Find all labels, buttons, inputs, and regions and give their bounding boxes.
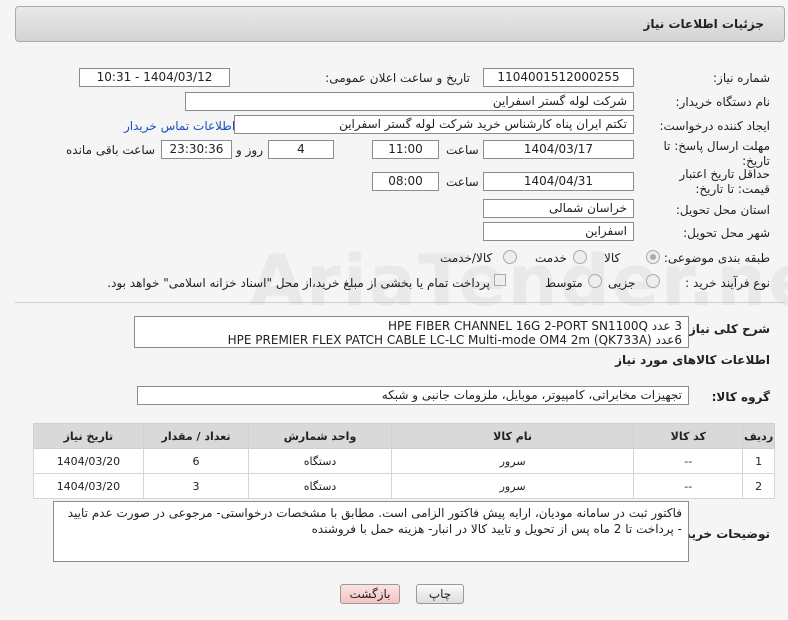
contact-buyer-link[interactable]: اطلاعات تماس خریدار	[124, 119, 235, 133]
purchase-minor-label: جزیی	[608, 276, 636, 290]
goods-group-field: تجهیزات مخابراتی، کامپیوتر، موبایل، ملزو…	[137, 386, 689, 405]
category-label: طبقه بندی موضوعی:	[663, 251, 770, 265]
cell-item-name: سرور	[390, 473, 635, 499]
remaining-time-field: 23:30:36	[161, 140, 232, 159]
cell-item-name: سرور	[390, 448, 635, 474]
cell-row-number: 2	[742, 473, 775, 499]
days-remaining-field: 4	[268, 140, 334, 159]
validity-time-field: 08:00	[372, 172, 439, 191]
requester-label: ایجاد کننده درخواست:	[659, 119, 770, 133]
category-goods-radio[interactable]	[646, 250, 660, 264]
send-date-field: 1404/03/17	[483, 140, 634, 159]
col-item-name: نام کالا	[390, 423, 635, 449]
cell-quantity: 3	[142, 473, 250, 499]
table-header-row: ردیف کد کالا نام کالا واحد شمارش تعداد /…	[33, 423, 775, 449]
validity-date-field: 1404/04/31	[483, 172, 634, 191]
description-textarea[interactable]: 3 عدد HPE FIBER CHANNEL 16G 2-PORT SN110…	[134, 316, 689, 348]
table-row[interactable]: 1 -- سرور دستگاه 6 1404/03/20	[33, 448, 775, 474]
city-label: شهر محل تحویل:	[683, 226, 770, 240]
page-title: جزئیات اطلاعات نیاز	[643, 17, 764, 31]
price-validity-label: حداقل تاریخ اعتبار قیمت: تا تاریخ:	[679, 167, 770, 196]
print-button[interactable]: چاپ	[416, 584, 464, 604]
need-number-label: شماره نیاز:	[713, 71, 770, 85]
back-button[interactable]: بازگشت	[340, 584, 400, 604]
col-item-code: کد کالا	[633, 423, 744, 449]
remaining-label: ساعت باقی مانده	[66, 143, 156, 157]
category-both-label: کالا/خدمت	[440, 251, 493, 265]
announce-datetime-field: 1404/03/12 - 10:31	[79, 68, 230, 87]
goods-group-label: گروه کالا:	[711, 390, 770, 404]
cell-need-date: 1404/03/20	[33, 473, 144, 499]
cell-quantity: 6	[142, 448, 250, 474]
category-both-radio[interactable]	[503, 250, 517, 264]
purchase-type-label: نوع فرآیند خرید :	[685, 276, 770, 290]
category-service-label: خدمت	[535, 251, 567, 265]
divider	[15, 302, 785, 303]
description-label: شرح کلی نیاز:	[684, 322, 770, 336]
buyer-notes-text: فاکتور ثبت در سامانه مودیان، ارایه پیش ف…	[67, 506, 682, 536]
day-and-label: روز و	[236, 143, 263, 157]
buyer-org-field: شرکت لوله گستر اسفراین	[185, 92, 634, 111]
purchase-medium-label: متوسط	[545, 276, 583, 290]
city-field: اسفراین	[483, 222, 634, 241]
cell-unit: دستگاه	[248, 473, 392, 499]
col-quantity: تعداد / مقدار	[142, 423, 250, 449]
buyer-notes-textarea[interactable]: فاکتور ثبت در سامانه مودیان، ارایه پیش ف…	[53, 501, 689, 562]
send-deadline-label: مهلت ارسال پاسخ: تا تاریخ:	[663, 139, 770, 168]
treasury-payment-checkbox[interactable]	[494, 274, 506, 286]
cell-row-number: 1	[742, 448, 775, 474]
cell-unit: دستگاه	[248, 448, 392, 474]
requester-field: تکتم ایران پناه کارشناس خرید شرکت لوله گ…	[234, 115, 634, 134]
province-label: استان محل تحویل:	[675, 203, 770, 217]
col-need-date: تاریخ نیاز	[33, 423, 144, 449]
cell-item-code: --	[633, 473, 744, 499]
col-row-number: ردیف	[742, 423, 775, 449]
buyer-org-label: نام دستگاه خریدار:	[675, 95, 771, 109]
category-service-radio[interactable]	[573, 250, 587, 264]
validity-time-label: ساعت	[446, 175, 479, 189]
col-unit: واحد شمارش	[248, 423, 392, 449]
purchase-medium-radio[interactable]	[588, 274, 602, 288]
cell-item-code: --	[633, 448, 744, 474]
category-goods-label: کالا	[604, 251, 621, 265]
description-line-1: 3 عدد HPE FIBER CHANNEL 16G 2-PORT SN110…	[387, 319, 682, 333]
cell-need-date: 1404/03/20	[33, 448, 144, 474]
description-line-2: 6عدد HPE PREMIER FLEX PATCH CABLE LC-LC …	[227, 333, 682, 347]
items-table: ردیف کد کالا نام کالا واحد شمارش تعداد /…	[33, 423, 775, 499]
province-field: خراسان شمالی	[483, 199, 634, 218]
need-number-field: 1104001512000255	[483, 68, 634, 87]
table-row[interactable]: 2 -- سرور دستگاه 3 1404/03/20	[33, 473, 775, 499]
send-time-label: ساعت	[446, 143, 479, 157]
send-time-field: 11:00	[372, 140, 439, 159]
purchase-minor-radio[interactable]	[646, 274, 660, 288]
payment-note: پرداخت تمام یا بخشی از مبلغ خرید،از محل …	[107, 276, 490, 290]
header-panel: جزئیات اطلاعات نیاز	[15, 6, 785, 42]
announce-datetime-label: تاریخ و ساعت اعلان عمومی:	[325, 71, 470, 85]
goods-info-heading: اطلاعات کالاهای مورد نیاز	[615, 353, 770, 367]
